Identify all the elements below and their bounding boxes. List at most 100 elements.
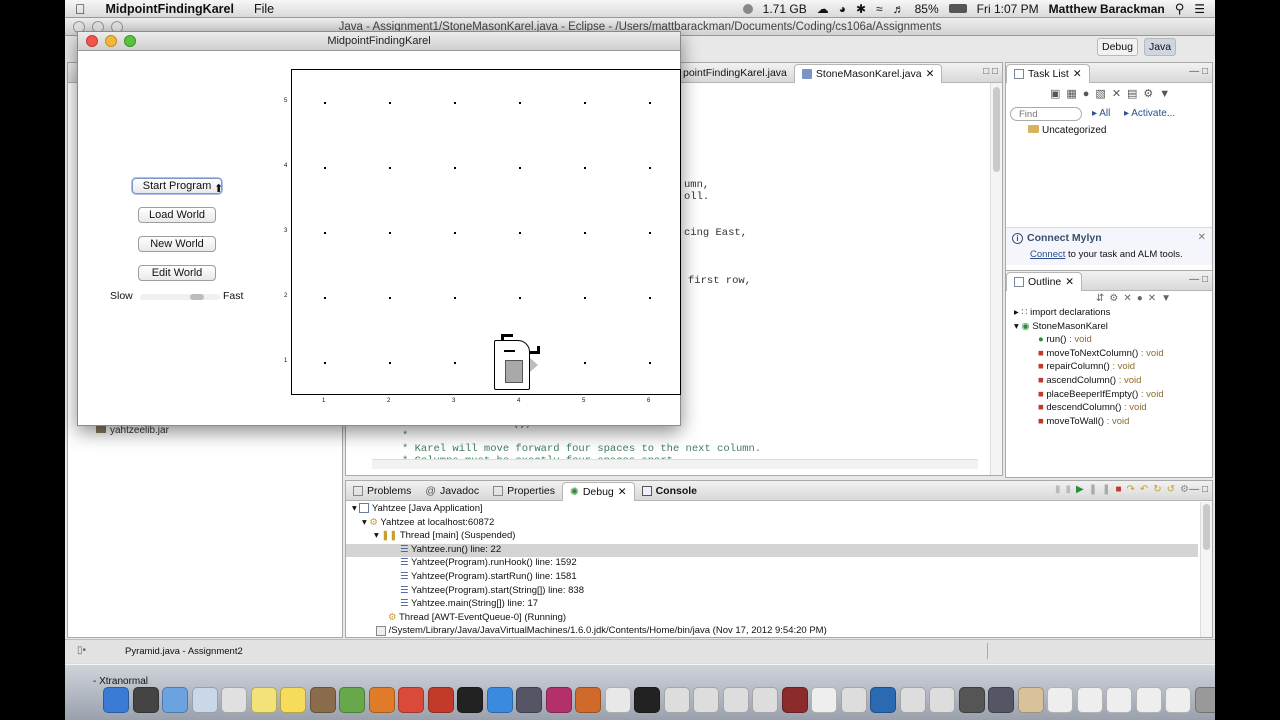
list-icon[interactable]: ☰ [1194, 2, 1205, 16]
script-icon[interactable] [929, 687, 955, 713]
view-controls[interactable]: — □ [1189, 274, 1208, 285]
outline-item-class[interactable]: ▾ ◉ StoneMasonKarel [1006, 321, 1212, 335]
close-icon[interactable]: ✕ [926, 68, 935, 80]
tab-stonemason[interactable]: StoneMasonKarel.java ✕ [793, 63, 943, 83]
contacts-icon[interactable] [309, 687, 336, 713]
debug-launch[interactable]: ▾ Yahtzee [Java Application] [346, 503, 1198, 517]
tab-problems[interactable]: Problems [346, 482, 418, 500]
stack-frame[interactable]: ☰ Yahtzee(Program).startRun() line: 1581 [346, 571, 1198, 585]
close-button[interactable] [86, 35, 98, 47]
firefox-icon[interactable] [368, 687, 395, 713]
trash-icon[interactable] [1194, 687, 1215, 713]
view-controls[interactable]: □ □ [983, 66, 998, 77]
spotlight-icon[interactable]: ⚲ [1175, 1, 1185, 17]
speed-slider-thumb[interactable] [190, 294, 204, 300]
script-icon[interactable] [752, 687, 778, 713]
monitor-icon[interactable] [988, 687, 1014, 713]
stickies-icon[interactable] [280, 687, 306, 713]
outline-item-method[interactable]: ■ placeBeeperIfEmpty() : void [1006, 389, 1212, 403]
script-icon[interactable] [840, 687, 867, 713]
perspective-java[interactable]: Java [1143, 38, 1177, 56]
note-icon[interactable] [722, 687, 749, 713]
outline-item-method[interactable]: ■ moveToNextColumn() : void [1006, 348, 1212, 362]
script-icon[interactable] [899, 687, 926, 713]
close-icon[interactable]: ✕ [618, 486, 627, 498]
time-machine-icon[interactable]: ◕ [839, 2, 846, 16]
filezilla-icon[interactable] [427, 687, 454, 713]
debug-scrollbar[interactable] [1200, 502, 1212, 637]
outline-item-method[interactable]: ■ repairColumn() : void [1006, 361, 1212, 375]
clock[interactable]: Fri 1:07 PM [977, 2, 1039, 16]
package-explorer-item[interactable]: yahtzeelib.jar [96, 425, 169, 436]
indesign-icon[interactable] [545, 687, 572, 713]
stack-frame[interactable]: ☰ Yahtzee.main(String[]) line: 17 [346, 598, 1198, 612]
view-controls[interactable]: — □ [1189, 484, 1208, 495]
debug-target[interactable]: ▾ ⚙ Yahtzee at localhost:60872 [346, 517, 1198, 531]
avatar-icon[interactable] [1017, 687, 1044, 713]
window-icon[interactable] [1165, 687, 1191, 713]
quicktime-icon[interactable] [870, 687, 896, 713]
window-icon[interactable] [1135, 687, 1162, 713]
minimize-button[interactable] [105, 35, 117, 47]
outline-item-method[interactable]: ■ ascendColumn() : void [1006, 375, 1212, 389]
load-world-button[interactable]: Load World [138, 207, 216, 223]
system-icon[interactable] [516, 687, 542, 713]
game-center-icon[interactable] [339, 687, 365, 713]
chrome-icon[interactable] [398, 687, 424, 713]
ical-icon[interactable] [221, 687, 247, 713]
zoom-button[interactable] [124, 35, 136, 47]
start-program-button[interactable]: Start Program [132, 178, 222, 194]
new-world-button[interactable]: New World [138, 236, 216, 252]
outline-item-method[interactable]: ■ descendColumn() : void [1006, 402, 1212, 416]
all-link[interactable]: ▸ All [1092, 108, 1110, 119]
wifi-icon[interactable]: ≈ [876, 2, 883, 16]
thread-awt[interactable]: ⚙ Thread [AWT-EventQueue-0] (Running) [346, 612, 1198, 626]
tab-midpoint-finding[interactable]: pointFindingKarel.java [676, 64, 794, 82]
battery-readout[interactable]: 85% [915, 2, 939, 16]
tab-properties[interactable]: Properties [486, 482, 562, 500]
tab-javadoc[interactable]: @ Javadoc [418, 482, 486, 500]
outline-item-imports[interactable]: ▸ ∷ import declarations [1006, 307, 1212, 321]
app-store-icon[interactable] [486, 687, 513, 713]
tab-task-list[interactable]: Task List ✕ [1006, 63, 1090, 83]
close-icon[interactable]: ✕ [1073, 68, 1082, 80]
horizontal-scrollbar[interactable] [372, 459, 978, 469]
volume-icon[interactable]: ♬ [893, 2, 905, 16]
script-icon[interactable] [693, 687, 719, 713]
bluetooth-icon[interactable]: ✱ [856, 2, 866, 16]
outline-item-method[interactable]: ● run() : void [1006, 334, 1212, 348]
dictionary-icon[interactable] [781, 687, 808, 713]
preview-icon[interactable] [191, 687, 218, 713]
edit-world-button[interactable]: Edit World [138, 265, 216, 281]
stack-frame-selected[interactable]: ☰ Yahtzee.run() line: 22 [346, 543, 1198, 558]
terminal-icon[interactable] [634, 687, 660, 713]
keynote-icon[interactable] [604, 687, 631, 713]
debug-toolbar[interactable]: ▮▮▶❚❚■↷↶↻↺⚙ [1055, 484, 1194, 495]
window-icon[interactable] [1076, 687, 1103, 713]
category-uncategorized[interactable]: Uncategorized [1028, 125, 1106, 136]
thread-main[interactable]: ▾ ❚❚ Thread [main] (Suspended) [346, 530, 1198, 544]
jvm-process[interactable]: /System/Library/Java/JavaVirtualMachines… [346, 625, 1198, 639]
karel-world[interactable] [291, 69, 681, 395]
font-icon[interactable] [811, 687, 837, 713]
tab-outline[interactable]: Outline ✕ [1006, 271, 1083, 291]
sublime-icon[interactable] [575, 687, 601, 713]
file-menu[interactable]: File [244, 2, 284, 16]
connect-link[interactable]: Connect [1030, 249, 1065, 260]
notes-icon[interactable] [250, 687, 277, 713]
window-icon[interactable] [1106, 687, 1132, 713]
user-name[interactable]: Matthew Barackman [1049, 2, 1165, 16]
stack-frame[interactable]: ☰ Yahtzee(Program).start(String[]) line:… [346, 585, 1198, 599]
apple-icon[interactable]:  [65, 1, 96, 17]
view-controls[interactable]: — □ [1189, 66, 1208, 77]
perspective-debug[interactable]: Debug [1097, 38, 1138, 56]
cloud-icon[interactable]: ☁ [817, 2, 829, 16]
activate-link[interactable]: ▸ Activate... [1124, 108, 1175, 119]
time-machine-icon[interactable] [958, 687, 985, 713]
dashboard-icon[interactable] [132, 687, 159, 713]
find-input[interactable] [1010, 107, 1082, 121]
close-icon[interactable]: ✕ [1065, 276, 1074, 288]
outline-item-method[interactable]: ■ moveToWall() : void [1006, 416, 1212, 430]
finder-icon[interactable] [103, 687, 129, 713]
tab-debug[interactable]: ✺ Debug ✕ [562, 481, 635, 501]
